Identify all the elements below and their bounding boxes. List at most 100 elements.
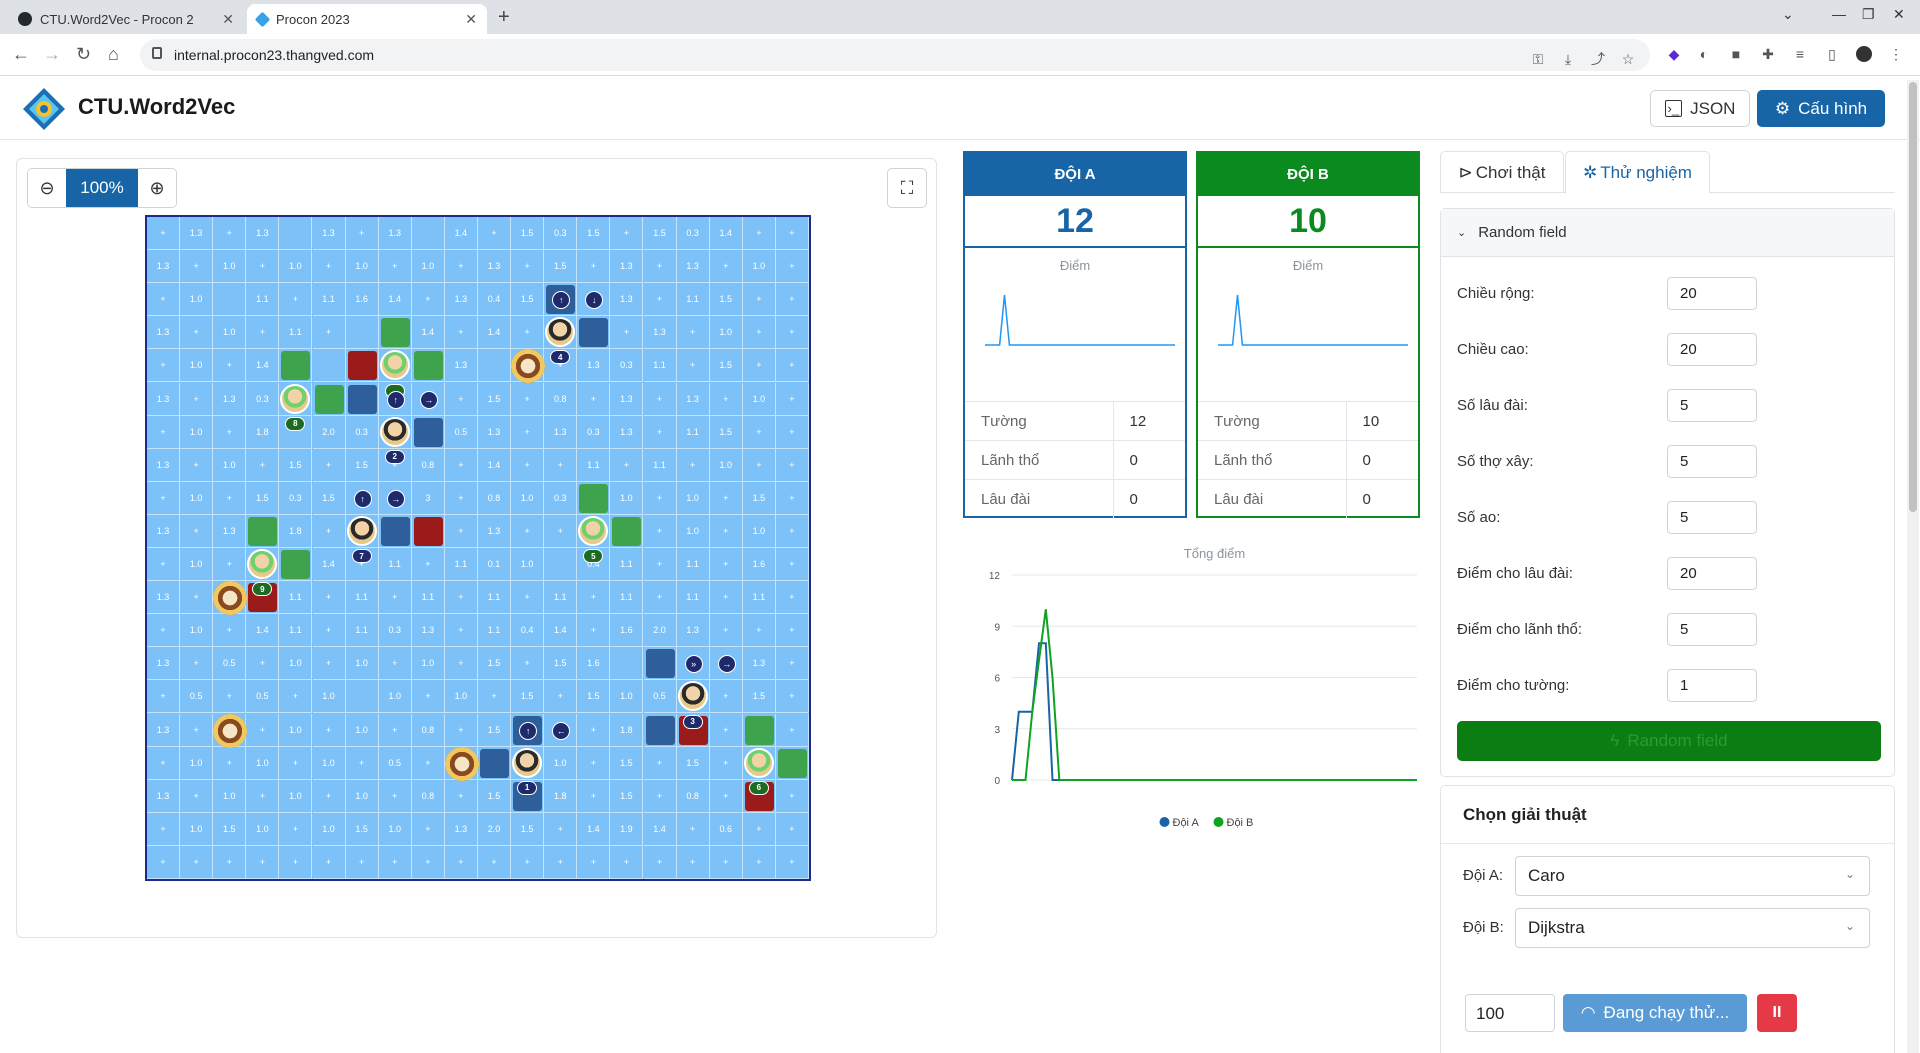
board-cell[interactable]: + [213, 217, 247, 251]
board-cell[interactable]: 1.0 [312, 680, 346, 714]
board-cell[interactable]: 1.3 [246, 217, 280, 251]
board-cell[interactable]: + [709, 581, 743, 615]
board-cell[interactable]: 1.3 [676, 382, 710, 416]
board-cell[interactable]: + [643, 746, 677, 780]
tab-real-play[interactable]: ⊳ Chơi thật [1440, 151, 1564, 193]
board-cell[interactable]: 1.6 [742, 548, 776, 582]
board-cell[interactable]: + [180, 316, 214, 350]
board-cell[interactable]: 1.4 [411, 316, 445, 350]
board-cell[interactable]: + [444, 250, 478, 284]
board-cell[interactable]: 1.3 [213, 514, 247, 548]
board-cell[interactable]: 1.5 [577, 680, 611, 714]
board-cell[interactable]: 1.3 [444, 349, 478, 383]
random-field-input[interactable]: 20 [1667, 557, 1757, 590]
board-cell[interactable]: 1.5 [511, 680, 545, 714]
board-cell[interactable]: + [378, 713, 412, 747]
board-cell[interactable]: + [709, 250, 743, 284]
board-cell[interactable]: + [180, 713, 214, 747]
board-cell[interactable]: 1.0 [180, 548, 214, 582]
board-cell[interactable]: + [775, 481, 809, 515]
board-cell[interactable]: 1.0 [279, 250, 313, 284]
board-cell[interactable]: 1.3 [444, 283, 478, 317]
board-cell[interactable]: + [709, 779, 743, 813]
board-cell[interactable]: + [246, 448, 280, 482]
agent-action-icon[interactable]: → [419, 390, 438, 409]
board-cell[interactable]: 2.0 [312, 415, 346, 449]
board-cell[interactable]: 1.0 [180, 349, 214, 383]
board-cell[interactable]: 1.5 [345, 812, 379, 846]
board-cell[interactable]: + [742, 614, 776, 648]
board-cell[interactable]: + [147, 481, 181, 515]
board-cell[interactable]: 1.6 [577, 647, 611, 681]
board-cell[interactable]: 1.1 [279, 316, 313, 350]
board-cell[interactable] [411, 217, 445, 251]
board-cell[interactable]: 1.1 [676, 415, 710, 449]
board-cell[interactable]: + [775, 713, 809, 747]
board-cell[interactable]: + [775, 680, 809, 714]
board-cell[interactable]: 1.0 [180, 481, 214, 515]
board-cell[interactable]: 1.0 [378, 812, 412, 846]
team-a-algo-select[interactable]: Caro ⌄ [1515, 856, 1870, 896]
extension-icon[interactable]: ■ [1728, 46, 1744, 62]
agent-action-icon[interactable]: ↑ [519, 721, 538, 740]
board-cell[interactable]: + [147, 680, 181, 714]
board-cell[interactable]: 1.1 [643, 349, 677, 383]
board-cell[interactable]: 1.0 [676, 514, 710, 548]
board-cell[interactable]: + [610, 448, 644, 482]
board-cell[interactable]: 0.8 [411, 713, 445, 747]
random-field-input[interactable]: 5 [1667, 445, 1757, 478]
bookmark-star-icon[interactable]: ☆ [1620, 51, 1636, 67]
board-cell[interactable]: 1.0 [180, 415, 214, 449]
board-cell[interactable]: + [577, 250, 611, 284]
config-button[interactable]: ⚙ Cấu hình [1757, 90, 1885, 127]
board-cell[interactable]: + [478, 217, 512, 251]
board-cell[interactable]: + [775, 548, 809, 582]
board-cell[interactable]: + [643, 283, 677, 317]
board-cell[interactable]: 1.4 [378, 283, 412, 317]
board-cell[interactable]: 1.3 [147, 250, 181, 284]
board-cell[interactable]: 0.3 [577, 415, 611, 449]
board-cell[interactable]: 1.1 [676, 548, 710, 582]
board-cell[interactable]: 0.4 [478, 283, 512, 317]
board-cell[interactable]: 1.3 [742, 647, 776, 681]
scrollbar-thumb[interactable] [1909, 82, 1917, 512]
board-cell[interactable]: 1.0 [312, 746, 346, 780]
board-cell[interactable]: + [775, 581, 809, 615]
board-cell[interactable]: + [213, 415, 247, 449]
board-cell[interactable]: 1.1 [676, 581, 710, 615]
random-field-input[interactable]: 20 [1667, 333, 1757, 366]
random-field-button[interactable]: ϟ Random field [1457, 721, 1881, 761]
window-close-icon[interactable]: ✕ [1893, 6, 1905, 23]
board-cell[interactable]: + [147, 217, 181, 251]
board-cell[interactable]: 1.6 [610, 614, 644, 648]
board-cell[interactable]: + [444, 316, 478, 350]
agent-team-a[interactable] [346, 515, 377, 546]
board-cell[interactable]: 1.0 [610, 481, 644, 515]
board-cell[interactable]: 1.0 [411, 647, 445, 681]
board-cell[interactable]: 0.8 [676, 779, 710, 813]
board-cell[interactable]: + [213, 845, 247, 879]
board-cell[interactable]: 1.1 [544, 581, 578, 615]
tab-test[interactable]: ✲ Thử nghiệm [1565, 151, 1710, 194]
agent-team-a[interactable] [512, 747, 543, 778]
board-cell[interactable]: 1.0 [444, 680, 478, 714]
board-cell[interactable]: 1.8 [246, 415, 280, 449]
board-cell[interactable]: 1.3 [610, 283, 644, 317]
agent-team-b[interactable] [743, 747, 774, 778]
board-cell[interactable]: + [511, 316, 545, 350]
board-cell[interactable]: 1.0 [544, 746, 578, 780]
board-cell[interactable]: 1.3 [411, 614, 445, 648]
board-cell[interactable]: + [246, 845, 280, 879]
board-cell[interactable]: + [444, 713, 478, 747]
board-cell[interactable]: + [345, 217, 379, 251]
board-cell[interactable]: + [775, 382, 809, 416]
board-cell[interactable]: 1.3 [147, 514, 181, 548]
board-cell[interactable]: 1.4 [544, 614, 578, 648]
board-cell[interactable]: 1.3 [676, 250, 710, 284]
board-cell[interactable]: 1.3 [180, 217, 214, 251]
board-cell[interactable]: 1.1 [378, 548, 412, 582]
board-cell[interactable]: + [544, 812, 578, 846]
board-cell[interactable]: 1.0 [213, 779, 247, 813]
forward-icon[interactable]: → [43, 44, 61, 65]
agent-action-icon[interactable]: ↑ [386, 390, 405, 409]
